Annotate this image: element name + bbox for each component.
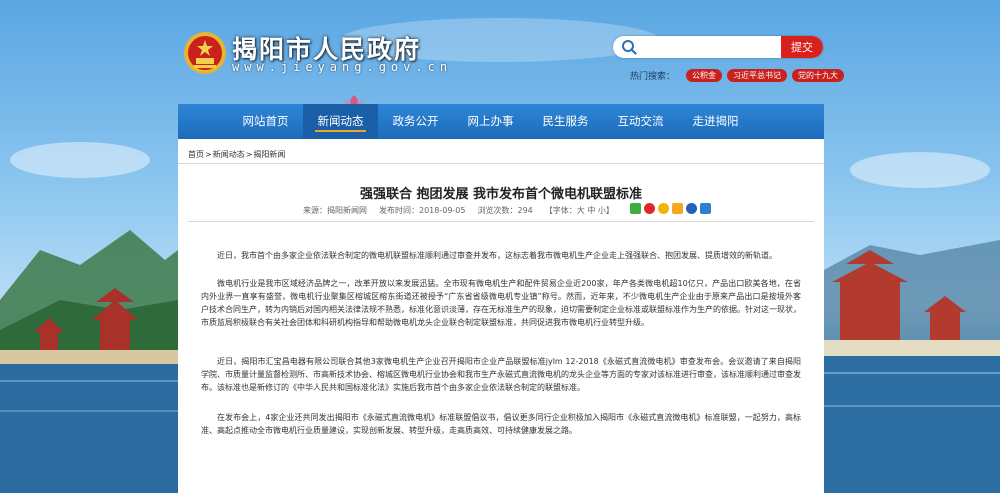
article-source: 来源：揭阳新闻网 (303, 206, 367, 215)
more-share-icon[interactable] (700, 203, 711, 214)
renren-share-icon[interactable] (686, 203, 697, 214)
search-icon (622, 40, 637, 55)
breadcrumb-news[interactable]: 新闻动态 (213, 150, 245, 159)
site-header: 揭阳市人民政府 www.jieyang.gov.cn 提交 热门搜索： 公积金 … (0, 0, 1000, 102)
nav-item-government-affairs[interactable]: 政务公开 (378, 104, 453, 139)
breadcrumb-divider (178, 163, 824, 164)
content-panel: 首页>新闻动态>揭阳新闻 强强联合 抱团发展 我市发布首个微电机联盟标准 来源：… (178, 139, 824, 493)
breadcrumb-jieyang-news[interactable]: 揭阳新闻 (253, 150, 285, 159)
article-paragraph: 近日，我市首个由多家企业依法联合制定的微电机联盟标准顺利通过审查并发布，这标志着… (217, 251, 777, 260)
meta-divider (188, 221, 814, 222)
national-emblem-icon (184, 32, 226, 74)
breadcrumb-separator: > (205, 150, 212, 159)
hot-tag-housing-fund[interactable]: 公积金 (686, 68, 723, 82)
hot-tag-general-secretary[interactable]: 习近平总书记 (727, 68, 788, 82)
font-size-control[interactable]: 【字体：大 中 小】 (545, 205, 614, 216)
site-url: www.jieyang.gov.cn (232, 60, 453, 74)
search-submit-button[interactable]: 提交 (781, 36, 823, 58)
weibo-share-icon[interactable] (644, 203, 655, 214)
nav-item-about-jieyang[interactable]: 走进揭阳 (678, 104, 753, 139)
search-input[interactable] (641, 38, 791, 56)
breadcrumb-home[interactable]: 首页 (188, 150, 204, 159)
nav-item-public-services[interactable]: 民生服务 (528, 104, 603, 139)
breadcrumb-separator: > (245, 150, 253, 159)
main-nav: 网站首页 新闻动态 政务公开 网上办事 民生服务 互动交流 走进揭阳 (178, 104, 824, 139)
hot-tag-19th-congress[interactable]: 党的十九大 (792, 68, 845, 82)
nav-item-interaction[interactable]: 互动交流 (603, 104, 678, 139)
hot-search: 热门搜索： 公积金 习近平总书记 党的十九大 (630, 68, 845, 82)
breadcrumb: 首页>新闻动态>揭阳新闻 (188, 149, 286, 160)
nav-item-online-services[interactable]: 网上办事 (453, 104, 528, 139)
hot-search-label: 热门搜索： (630, 71, 676, 82)
share-bar (630, 203, 711, 214)
nav-item-news[interactable]: 新闻动态 (303, 104, 378, 139)
article-views: 浏览次数：294 (477, 206, 533, 215)
article-meta: 来源：揭阳新闻网 发布时间：2018-09-05 浏览次数：294 【字体：大 … (303, 205, 614, 216)
article-date: 发布时间：2018-09-05 (379, 206, 466, 215)
article-title: 强强联合 抱团发展 我市发布首个微电机联盟标准 (359, 187, 643, 202)
article-paragraph: 近日，揭阳市汇宝昌电器有限公司联合其他3家微电机生产企业召开揭阳市企业产品联盟标… (201, 357, 801, 392)
nav-item-home[interactable]: 网站首页 (228, 104, 303, 139)
star-share-icon[interactable] (672, 203, 683, 214)
article-paragraph: 在发布会上，4家企业还共同发出揭阳市《永磁式直流微电机》标准联盟倡议书，倡议更多… (201, 413, 801, 435)
qzone-share-icon[interactable] (658, 203, 669, 214)
wechat-share-icon[interactable] (630, 203, 641, 214)
article-paragraph: 微电机行业是我市区域经济品牌之一，改革开放以来发展迅猛。全市现有微电机生产和配件… (201, 279, 801, 327)
